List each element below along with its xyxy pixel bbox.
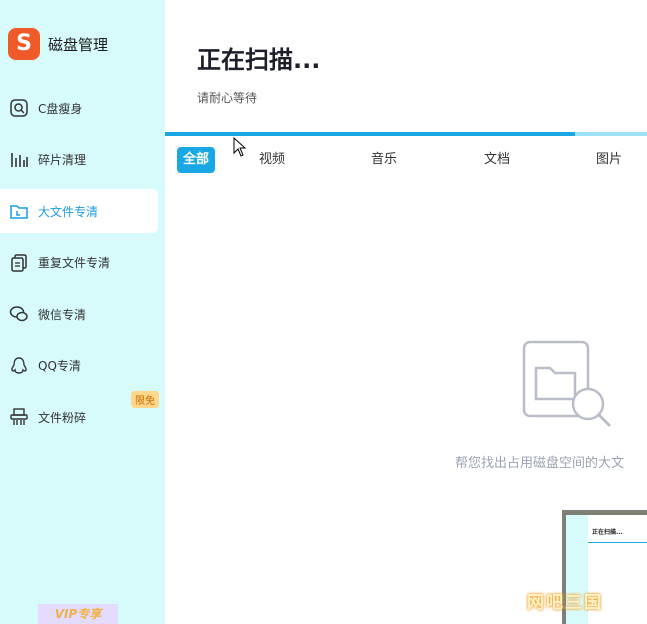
folder-search-icon	[520, 338, 615, 433]
disk-search-icon	[9, 98, 29, 118]
watermark: 网吧三国	[527, 593, 603, 613]
mouse-cursor-icon	[233, 137, 247, 157]
sogou-logo-icon: S	[8, 28, 40, 60]
thumbnail-title: 正在扫描...	[592, 529, 623, 536]
sidebar-item-label: C盘瘦身	[38, 101, 83, 116]
sidebar-item-label: 大文件专清	[38, 204, 99, 219]
sidebar-item-label: 重复文件专清	[38, 256, 111, 270]
tab-video[interactable]: 视频	[259, 147, 285, 173]
qq-penguin-icon	[9, 356, 29, 376]
tab-music[interactable]: 音乐	[371, 147, 397, 173]
empty-state-text: 帮您找出占用磁盘空间的大文	[455, 456, 625, 471]
scan-progress-bar	[165, 132, 647, 136]
sidebar-item-defrag[interactable]: 碎片清理	[0, 138, 165, 182]
file-type-tabs: 全部 视频 音乐 文档 图片	[177, 147, 647, 173]
vip-banner[interactable]: VIP专享	[38, 604, 118, 624]
fragment-bars-icon	[9, 150, 29, 170]
tab-documents[interactable]: 文档	[484, 147, 510, 173]
app-name: 磁盘管理	[48, 35, 109, 54]
sidebar-item-file-shredder[interactable]: 文件粉碎 限免	[0, 391, 165, 439]
sidebar-item-qq[interactable]: QQ专清	[0, 344, 165, 388]
main-panel: 正在扫描... 请耐心等待 全部 视频 音乐 文档 图片 帮您找出占用磁盘空间的…	[165, 0, 647, 624]
large-file-folder-icon	[9, 201, 29, 221]
sidebar-item-label: QQ专清	[38, 359, 81, 373]
shredder-icon	[9, 407, 29, 427]
sidebar-item-c-drive-slim[interactable]: C盘瘦身	[0, 86, 165, 130]
tab-all[interactable]: 全部	[177, 147, 216, 173]
wechat-icon	[9, 304, 29, 324]
scan-progress-fill	[165, 132, 575, 136]
tab-images[interactable]: 图片	[596, 147, 622, 173]
duplicate-files-icon	[9, 253, 29, 273]
sidebar: S 磁盘管理 C盘瘦身 碎片清理 大文件专清 重复文件专清 微信专清 QQ专清 …	[0, 0, 165, 624]
sidebar-item-wechat[interactable]: 微信专清	[0, 292, 165, 336]
page-subtitle: 请耐心等待	[197, 91, 258, 105]
app-logo: S 磁盘管理	[8, 28, 108, 60]
free-badge: 限免	[131, 391, 159, 408]
thumbnail-progress	[588, 542, 647, 543]
sidebar-item-label: 微信专清	[38, 307, 87, 322]
sidebar-item-label: 碎片清理	[38, 153, 87, 167]
page-title: 正在扫描...	[197, 46, 321, 74]
sidebar-item-label: 文件粉碎	[38, 410, 87, 425]
sidebar-item-duplicate-files[interactable]: 重复文件专清	[0, 241, 165, 285]
sidebar-item-large-files[interactable]: 大文件专清	[0, 189, 158, 233]
sidebar-nav: C盘瘦身 碎片清理 大文件专清 重复文件专清 微信专清 QQ专清 文件粉碎 限免	[0, 86, 165, 447]
